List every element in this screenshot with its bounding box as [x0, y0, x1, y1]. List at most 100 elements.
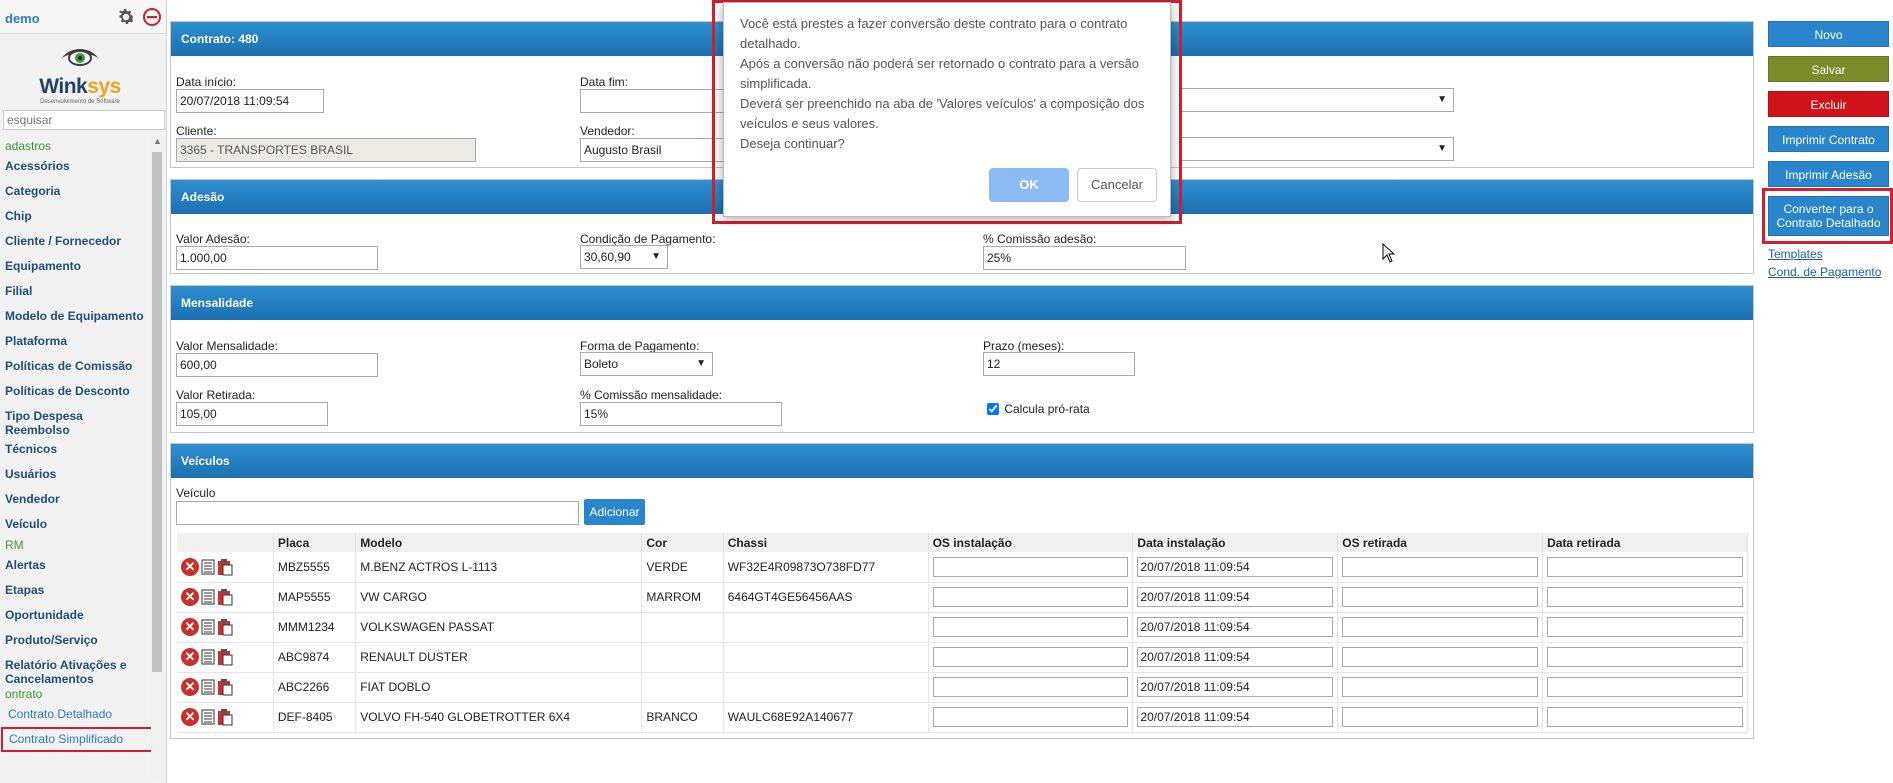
- adicionar-button[interactable]: Adicionar: [584, 499, 645, 525]
- start-date-field[interactable]: 20/07/2018 11:09:54: [176, 89, 324, 113]
- data-inst-field[interactable]: 20/07/2018 11:09:54: [1137, 556, 1334, 577]
- scrollbar-thumb[interactable]: [152, 152, 162, 672]
- delete-icon[interactable]: ✕: [181, 557, 199, 576]
- sidebar-scrollbar[interactable]: ▲: [151, 136, 163, 778]
- sidebar-item[interactable]: Etapas: [0, 578, 150, 603]
- prorata-checkbox[interactable]: [987, 403, 999, 415]
- dialog-cancel-button[interactable]: Cancelar: [1077, 168, 1157, 202]
- os-inst-field[interactable]: [932, 556, 1129, 577]
- veiculo-search-field[interactable]: [176, 501, 579, 525]
- clipboard-icon[interactable]: [217, 708, 233, 726]
- delete-icon[interactable]: ✕: [181, 678, 199, 696]
- salvar-button[interactable]: Salvar: [1768, 56, 1889, 82]
- sidebar-item[interactable]: Oportunidade: [0, 603, 150, 628]
- gear-icon[interactable]: [115, 6, 137, 28]
- dialog-ok-button[interactable]: OK: [989, 168, 1069, 202]
- novo-button[interactable]: Novo: [1768, 21, 1889, 47]
- data-ret-field[interactable]: [1547, 556, 1743, 577]
- list-icon[interactable]: [201, 619, 215, 635]
- sidebar-item[interactable]: Políticas de Comissão: [0, 354, 150, 379]
- comissao-mensalidade-field[interactable]: 15%: [580, 402, 782, 426]
- delete-icon[interactable]: ✕: [181, 708, 199, 726]
- data-inst-field[interactable]: 20/07/2018 11:09:54: [1137, 647, 1334, 667]
- sidebar-subitem[interactable]: Contrato Detalhado: [0, 702, 150, 727]
- sidebar-item[interactable]: Produto/Serviço: [0, 628, 150, 653]
- sidebar-item[interactable]: Políticas de Desconto: [0, 379, 150, 404]
- valor-adesao-field[interactable]: 1.000,00: [176, 246, 378, 270]
- os-ret-field[interactable]: [1342, 587, 1539, 607]
- delete-icon[interactable]: ✕: [181, 588, 199, 606]
- delete-icon[interactable]: ✕: [181, 618, 199, 636]
- clipboard-icon[interactable]: [217, 558, 233, 576]
- forma-pagamento-select[interactable]: Boleto: [580, 352, 713, 376]
- seller-field[interactable]: Augusto Brasil: [580, 138, 730, 162]
- data-ret-field[interactable]: [1547, 647, 1743, 667]
- os-inst-field[interactable]: [932, 617, 1129, 637]
- sidebar-item[interactable]: Chip: [0, 204, 150, 229]
- row-actions: ✕: [177, 612, 274, 643]
- clipboard-icon[interactable]: [217, 618, 233, 636]
- scroll-up-icon[interactable]: ▲: [153, 136, 162, 146]
- contract-select-1[interactable]: [1181, 88, 1454, 112]
- data-inst-field[interactable]: 20/07/2018 11:09:54: [1137, 707, 1334, 727]
- end-date-field[interactable]: [580, 89, 730, 113]
- sidebar-item[interactable]: Usuários: [0, 462, 150, 487]
- list-icon[interactable]: [201, 649, 215, 665]
- sidebar-item[interactable]: Plataforma: [0, 329, 150, 354]
- data-inst-field[interactable]: 20/07/2018 11:09:54: [1137, 617, 1334, 637]
- os-ret-field[interactable]: [1342, 556, 1539, 577]
- sidebar-item[interactable]: Filial: [0, 279, 150, 304]
- sidebar-subitem[interactable]: Contrato Simplificado: [1, 727, 154, 752]
- comissao-adesao-field[interactable]: 25%: [983, 246, 1186, 270]
- list-icon[interactable]: [201, 559, 215, 575]
- imprimir-adesao-button[interactable]: Imprimir Adesão: [1768, 161, 1889, 187]
- converter-button[interactable]: Converter para o Contrato Detalhado: [1768, 196, 1889, 236]
- sidebar-item[interactable]: Tipo Despesa Reembolso: [0, 404, 150, 437]
- contract-select-2[interactable]: [1181, 137, 1454, 161]
- list-icon[interactable]: [201, 709, 215, 725]
- data-ret-field[interactable]: [1547, 617, 1743, 637]
- valor-mensalidade-field[interactable]: 600,00: [176, 353, 378, 377]
- cond-pagamento-link[interactable]: Cond. de Pagamento: [1768, 265, 1881, 279]
- remove-icon[interactable]: [142, 7, 162, 27]
- data-inst-field[interactable]: 20/07/2018 11:09:54: [1137, 677, 1334, 697]
- sidebar-item[interactable]: Categoria: [0, 179, 150, 204]
- sidebar-item[interactable]: Equipamento: [0, 254, 150, 279]
- sidebar-item[interactable]: Veículo: [0, 512, 150, 537]
- logo-eye-icon: [62, 49, 98, 66]
- sidebar-item[interactable]: Cliente / Fornecedor: [0, 229, 150, 254]
- os-inst-field[interactable]: [932, 707, 1129, 727]
- os-inst-field[interactable]: [932, 647, 1129, 667]
- user-name[interactable]: demo: [5, 11, 40, 26]
- clipboard-icon[interactable]: [217, 648, 233, 666]
- delete-icon[interactable]: ✕: [181, 648, 199, 666]
- templates-link[interactable]: Templates: [1768, 247, 1823, 261]
- sidebar-item[interactable]: Técnicos: [0, 437, 150, 462]
- clipboard-icon[interactable]: [217, 588, 233, 606]
- sidebar-search-input[interactable]: [3, 110, 165, 130]
- valor-retirada-field[interactable]: 105,00: [176, 402, 328, 426]
- excluir-button[interactable]: Excluir: [1768, 91, 1889, 117]
- data-ret-field[interactable]: [1547, 707, 1743, 727]
- imprimir-contrato-button[interactable]: Imprimir Contrato: [1768, 126, 1889, 152]
- data-inst-field[interactable]: 20/07/2018 11:09:54: [1137, 587, 1334, 607]
- prazo-field[interactable]: 12: [983, 352, 1135, 376]
- sidebar-item[interactable]: Vendedor: [0, 487, 150, 512]
- condicao-pagamento-select[interactable]: 30,60,90: [580, 245, 668, 269]
- sidebar-item[interactable]: Modelo de Equipamento: [0, 304, 150, 329]
- sidebar-item[interactable]: Acessórios: [0, 154, 150, 179]
- list-icon[interactable]: [201, 679, 215, 695]
- clipboard-icon[interactable]: [217, 678, 233, 696]
- sidebar-item[interactable]: Relatório Ativações e Cancelamentos: [0, 653, 150, 686]
- os-ret-field[interactable]: [1342, 677, 1539, 697]
- data-ret-field[interactable]: [1547, 677, 1743, 697]
- sidebar-item[interactable]: Alertas: [0, 553, 150, 578]
- list-icon[interactable]: [201, 589, 215, 605]
- os-ret-field[interactable]: [1342, 707, 1539, 727]
- os-ret-field[interactable]: [1342, 647, 1539, 667]
- os-inst-field[interactable]: [932, 677, 1129, 697]
- cell-placa: ABC2266: [273, 672, 357, 703]
- data-ret-field[interactable]: [1547, 587, 1743, 607]
- os-inst-field[interactable]: [932, 587, 1129, 607]
- os-ret-field[interactable]: [1342, 617, 1539, 637]
